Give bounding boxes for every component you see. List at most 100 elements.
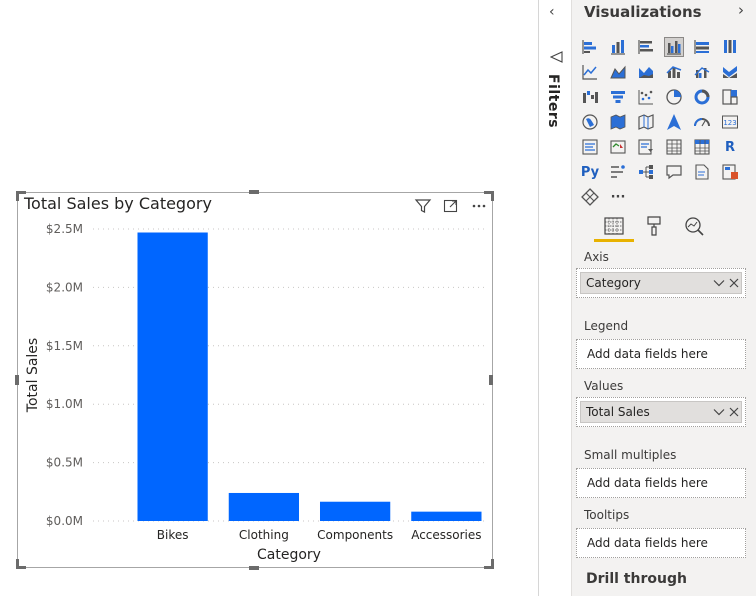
resize-handle-br-v[interactable]	[491, 559, 494, 569]
filters-label[interactable]: Filters	[545, 74, 561, 128]
resize-handle-right[interactable]	[489, 375, 493, 385]
stacked-area-chart-icon[interactable]	[636, 62, 656, 82]
values-well[interactable]: Total Sales	[576, 397, 746, 427]
more-visuals-icon[interactable]: ···	[608, 187, 628, 207]
table-icon[interactable]	[664, 137, 684, 157]
axis-well[interactable]: Category	[576, 268, 746, 298]
python-visual-icon[interactable]: Py	[580, 162, 600, 182]
y-tick-label: $0.5M	[46, 456, 83, 470]
x-axis-title: Category	[257, 547, 321, 563]
active-tab-indicator	[594, 239, 634, 242]
scatter-chart-icon[interactable]	[636, 87, 656, 107]
bar[interactable]	[319, 501, 391, 521]
bar[interactable]	[411, 511, 482, 521]
format-tab-icon[interactable]	[637, 212, 671, 240]
y-tick-label: $1.0M	[46, 397, 83, 411]
stacked-bar-chart-icon[interactable]	[580, 37, 600, 57]
axis-well-label: Axis	[584, 250, 609, 264]
analytics-tab-icon[interactable]	[677, 212, 711, 240]
gauge-icon[interactable]	[692, 112, 712, 132]
small-multiples-well-placeholder: Add data fields here	[587, 476, 708, 490]
legend-well-label: Legend	[584, 319, 629, 333]
svg-text:123: 123	[723, 119, 736, 127]
waterfall-chart-icon[interactable]	[580, 87, 600, 107]
pane-tabs	[582, 212, 746, 242]
tooltips-well-placeholder: Add data fields here	[587, 536, 708, 550]
bar[interactable]	[137, 232, 208, 521]
bar[interactable]	[228, 492, 300, 521]
values-well-label: Values	[584, 379, 624, 393]
card-icon[interactable]: 123	[720, 112, 740, 132]
resize-handle-top[interactable]	[249, 190, 259, 194]
y-tick-label: $0.0M	[46, 514, 83, 528]
treemap-icon[interactable]	[720, 87, 740, 107]
r-script-visual-icon[interactable]: R	[720, 137, 740, 157]
smart-narrative-icon[interactable]	[692, 162, 712, 182]
azure-map-icon[interactable]	[664, 112, 684, 132]
filters-pane-collapsed[interactable]: ‹ Filters	[538, 0, 572, 596]
matrix-icon[interactable]	[692, 137, 712, 157]
multi-row-card-icon[interactable]	[580, 137, 600, 157]
x-tick-label: Bikes	[157, 528, 189, 542]
chevron-down-icon[interactable]	[712, 276, 726, 290]
tooltips-well-label: Tooltips	[584, 508, 630, 522]
filled-map-icon[interactable]	[608, 112, 628, 132]
line-and-stacked-column-icon[interactable]	[664, 62, 684, 82]
slicer-icon[interactable]	[636, 137, 656, 157]
key-influencers-icon[interactable]	[608, 162, 628, 182]
y-axis-title: Total Sales	[25, 338, 41, 413]
100pct-stacked-column-icon[interactable]	[720, 37, 740, 57]
filters-funnel-icon[interactable]	[550, 50, 564, 64]
resize-handle-bl-v[interactable]	[16, 559, 19, 569]
resize-handle-tl-v[interactable]	[16, 191, 19, 201]
funnel-chart-icon[interactable]	[608, 87, 628, 107]
stacked-column-chart-icon[interactable]	[608, 37, 628, 57]
visualizations-pane: Visualizations › 123 R Py ··· Axis Categ…	[572, 0, 756, 596]
small-multiples-well[interactable]: Add data fields here	[576, 468, 746, 498]
collapse-filters-chevron-icon[interactable]: ‹	[549, 4, 555, 20]
power-apps-icon[interactable]	[580, 187, 600, 207]
y-tick-label: $1.5M	[46, 339, 83, 353]
chart-plot: $0.0M $0.5M $1.0M $1.5M $2.0M $2.5M Bikes Cloth…	[25, 222, 488, 563]
axis-field-pill[interactable]: Category	[580, 272, 742, 294]
tooltips-well[interactable]: Add data fields here	[576, 528, 746, 558]
resize-handle-tr-v[interactable]	[491, 191, 494, 201]
pie-chart-icon[interactable]	[664, 87, 684, 107]
remove-field-close-icon[interactable]	[727, 405, 741, 419]
clustered-column-chart-icon[interactable]	[664, 37, 684, 57]
decomposition-tree-icon[interactable]	[636, 162, 656, 182]
clustered-column-chart-visual[interactable]: Total Sales by Category $0.0M $0.5M $1.0M $…	[17, 192, 493, 568]
paginated-report-icon[interactable]	[720, 162, 740, 182]
line-chart-icon[interactable]	[580, 62, 600, 82]
x-tick-label: Components	[317, 528, 393, 542]
y-tick-label: $2.5M	[46, 222, 83, 236]
map-icon[interactable]	[580, 112, 600, 132]
expand-pane-chevron-icon[interactable]: ›	[738, 1, 744, 19]
drill-through-heading[interactable]: Drill through	[586, 571, 687, 587]
fields-tab-icon[interactable]	[597, 212, 631, 240]
chevron-down-icon[interactable]	[712, 405, 726, 419]
resize-handle-left[interactable]	[15, 375, 19, 385]
axis-field-name: Category	[586, 276, 641, 290]
shape-map-icon[interactable]	[636, 112, 656, 132]
kpi-icon[interactable]	[608, 137, 628, 157]
clustered-bar-chart-icon[interactable]	[636, 37, 656, 57]
values-field-name: Total Sales	[586, 405, 650, 419]
values-field-pill[interactable]: Total Sales	[580, 401, 742, 423]
donut-chart-icon[interactable]	[692, 87, 712, 107]
y-tick-label: $2.0M	[46, 280, 83, 294]
legend-well[interactable]: Add data fields here	[576, 339, 746, 369]
qa-visual-icon[interactable]	[664, 162, 684, 182]
visualizations-title: Visualizations	[584, 3, 702, 21]
x-tick-label: Clothing	[239, 528, 289, 542]
legend-well-placeholder: Add data fields here	[587, 347, 708, 361]
100pct-stacked-bar-icon[interactable]	[692, 37, 712, 57]
line-and-clustered-column-icon[interactable]	[692, 62, 712, 82]
area-chart-icon[interactable]	[608, 62, 628, 82]
remove-field-close-icon[interactable]	[727, 276, 741, 290]
x-tick-label: Accessories	[411, 528, 481, 542]
ribbon-chart-icon[interactable]	[720, 62, 740, 82]
small-multiples-well-label: Small multiples	[584, 448, 677, 462]
report-canvas: Total Sales by Category $0.0M $0.5M $1.0M $…	[0, 0, 538, 596]
resize-handle-bottom[interactable]	[249, 566, 259, 570]
